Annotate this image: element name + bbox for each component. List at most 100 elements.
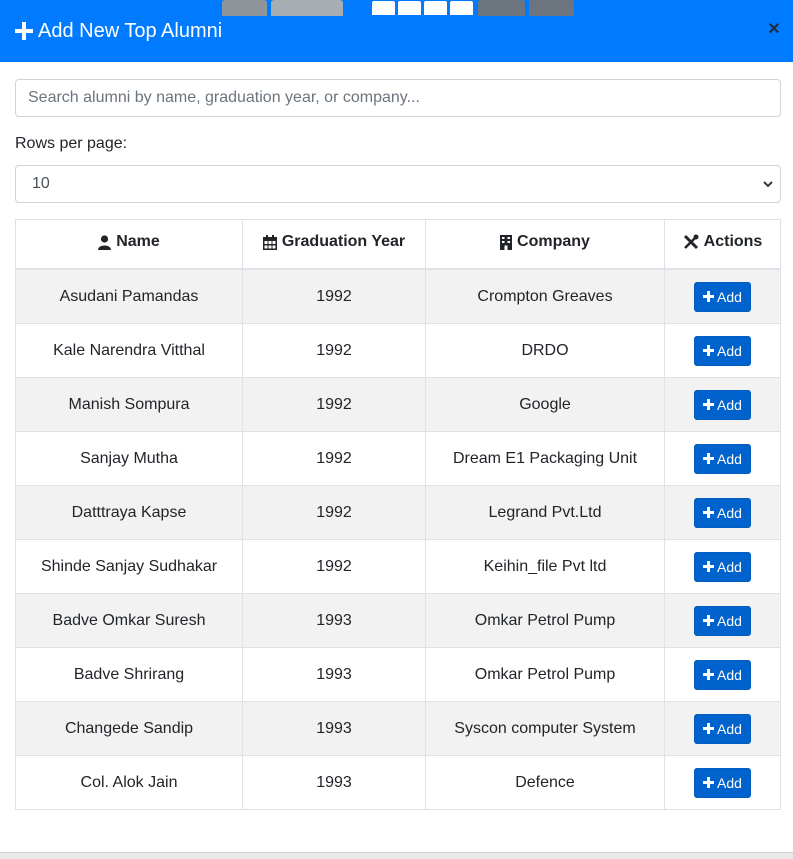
pagination-last-button[interactable]	[529, 0, 574, 16]
column-header-company[interactable]: Company	[425, 219, 665, 270]
table-row: Col. Alok Jain 1993 Defence Add	[15, 755, 781, 810]
table-row: Changede Sandip 1993 Syscon computer Syste…	[15, 701, 781, 756]
plus-icon	[703, 615, 715, 626]
cell-company: Keihin_file Pvt ltd	[425, 539, 665, 594]
cell-actions: Add	[664, 647, 781, 702]
cell-company: Dream E1 Packaging Unit	[425, 431, 665, 486]
plus-icon	[703, 777, 715, 788]
add-alumni-button[interactable]: Add	[694, 281, 751, 312]
modal-title: Add New Top Alumni	[15, 18, 222, 44]
alumni-table: Name Graduation Year Company Actions Asu…	[15, 219, 781, 810]
cell-company: DRDO	[425, 323, 665, 378]
cell-graduation-year: 1992	[242, 539, 426, 594]
pagination-page-1[interactable]	[346, 0, 371, 16]
table-row: Manish Sompura 1992 Google Add	[15, 377, 781, 432]
column-header-name-label: Name	[116, 233, 160, 251]
add-button-label: Add	[717, 774, 742, 791]
cell-name: Kale Narendra Vitthal	[15, 323, 243, 378]
cell-name: Badve Omkar Suresh	[15, 593, 243, 648]
tools-icon	[683, 234, 699, 250]
cell-actions: Add	[664, 485, 781, 540]
plus-icon	[703, 291, 715, 302]
add-alumni-button[interactable]: Add	[694, 659, 751, 690]
cell-actions: Add	[664, 377, 781, 432]
plus-icon	[703, 561, 715, 572]
add-alumni-button[interactable]: Add	[694, 551, 751, 582]
cell-graduation-year: 1993	[242, 647, 426, 702]
plus-icon	[703, 507, 715, 518]
plus-icon	[703, 723, 715, 734]
cell-graduation-year: 1992	[242, 377, 426, 432]
plus-icon	[703, 345, 715, 356]
cell-actions: Add	[664, 755, 781, 810]
cell-graduation-year: 1993	[242, 701, 426, 756]
table-row: Datttraya Kapse 1992 Legrand Pvt.Ltd Add	[15, 485, 781, 540]
cell-actions: Add	[664, 323, 781, 378]
cell-graduation-year: 1992	[242, 323, 426, 378]
plus-icon	[15, 22, 33, 40]
add-alumni-button[interactable]: Add	[694, 605, 751, 636]
chevron-down-icon	[763, 181, 773, 188]
pagination-page-2[interactable]	[371, 0, 396, 16]
add-alumni-button[interactable]: Add	[694, 713, 751, 744]
cell-company: Google	[425, 377, 665, 432]
add-alumni-button[interactable]: Add	[694, 767, 751, 798]
table-row: Kale Narendra Vitthal 1992 DRDO Add	[15, 323, 781, 378]
cell-name: Col. Alok Jain	[15, 755, 243, 810]
add-button-label: Add	[717, 288, 742, 305]
pagination-prev-button[interactable]	[271, 0, 343, 16]
table-header-row: Name Graduation Year Company Actions	[15, 219, 781, 270]
cell-company: Omkar Petrol Pump	[425, 647, 665, 702]
building-icon	[500, 234, 513, 250]
cell-name: Datttraya Kapse	[15, 485, 243, 540]
cell-name: Shinde Sanjay Sudhakar	[15, 539, 243, 594]
column-header-year[interactable]: Graduation Year	[242, 219, 426, 270]
cell-graduation-year: 1992	[242, 485, 426, 540]
cell-name: Manish Sompura	[15, 377, 243, 432]
cell-graduation-year: 1993	[242, 755, 426, 810]
pagination-first-button[interactable]	[222, 0, 267, 16]
pagination-next-button[interactable]	[478, 0, 525, 16]
column-header-year-label: Graduation Year	[281, 233, 406, 251]
calendar-icon	[262, 234, 277, 250]
table-row: Badve Omkar Suresh 1993 Omkar Petrol Pump A…	[15, 593, 781, 648]
add-alumni-button[interactable]: Add	[694, 443, 751, 474]
pagination-page-3[interactable]	[397, 0, 422, 16]
cell-name: Changede Sandip	[15, 701, 243, 756]
add-alumni-button[interactable]: Add	[694, 389, 751, 420]
add-button-label: Add	[717, 342, 742, 359]
cell-name: Badve Shrirang	[15, 647, 243, 702]
column-header-company-label: Company	[517, 233, 590, 251]
cell-actions: Add	[664, 268, 781, 324]
rows-per-page-select[interactable]: 10	[15, 165, 781, 203]
pagination-page-5[interactable]	[449, 0, 474, 16]
close-button[interactable]: ×	[766, 19, 782, 39]
cell-name: Asudani Pamandas	[15, 268, 243, 324]
plus-icon	[703, 399, 715, 410]
cell-graduation-year: 1993	[242, 593, 426, 648]
column-header-actions-label: Actions	[703, 233, 763, 250]
search-input[interactable]	[15, 79, 781, 117]
column-header-actions: Actions	[664, 219, 781, 270]
table-row: Asudani Pamandas 1992 Crompton Greaves Add	[15, 268, 781, 324]
add-alumni-button[interactable]: Add	[694, 497, 751, 528]
cell-graduation-year: 1992	[242, 268, 426, 324]
cell-company: Defence	[425, 755, 665, 810]
modal-title-text: Add New Top Alumni	[38, 20, 223, 42]
cell-actions: Add	[664, 701, 781, 756]
cell-company: Crompton Greaves	[425, 268, 665, 324]
add-alumni-button[interactable]: Add	[694, 335, 751, 366]
cell-actions: Add	[664, 539, 781, 594]
cell-actions: Add	[664, 593, 781, 648]
cell-company: Omkar Petrol Pump	[425, 593, 665, 648]
cell-company: Legrand Pvt.Ltd	[425, 485, 665, 540]
cell-graduation-year: 1992	[242, 431, 426, 486]
rows-per-page-value: 10	[32, 175, 50, 192]
pagination-page-4[interactable]	[423, 0, 448, 16]
add-button-label: Add	[717, 720, 742, 737]
add-button-label: Add	[717, 450, 742, 467]
column-header-name[interactable]: Name	[15, 219, 243, 270]
plus-icon	[703, 669, 715, 680]
table-row: Shinde Sanjay Sudhakar 1992 Keihin_file Pv…	[15, 539, 781, 594]
add-button-label: Add	[717, 666, 742, 683]
